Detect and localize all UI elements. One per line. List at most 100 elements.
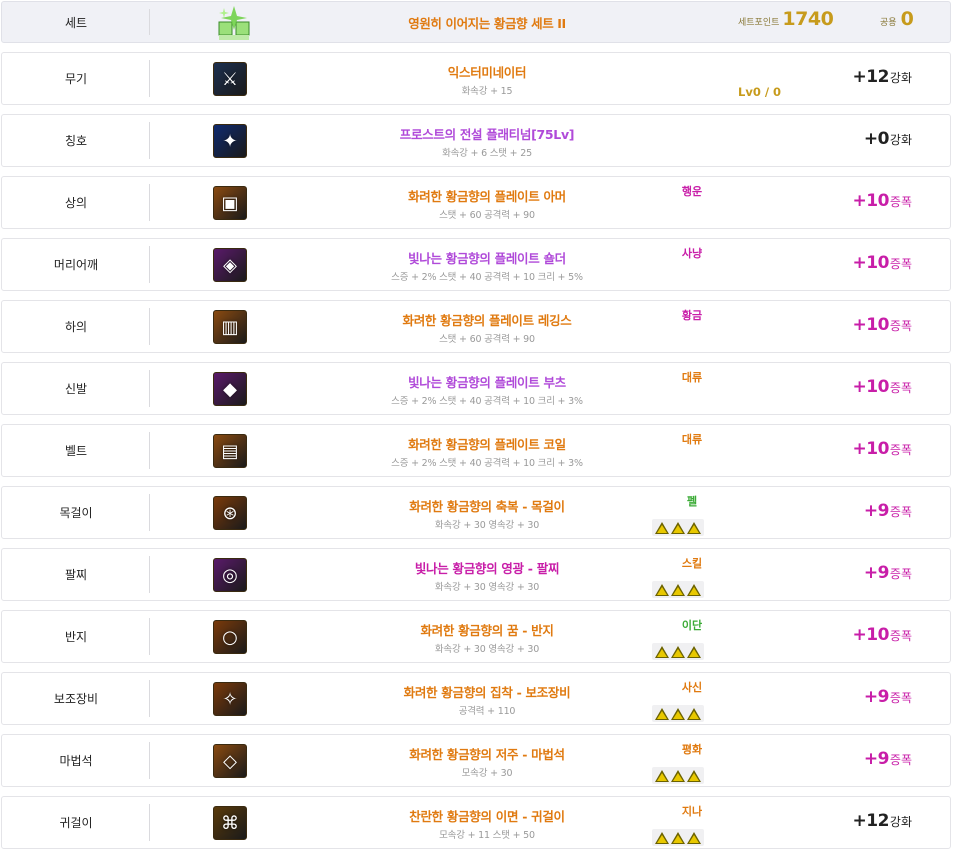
equipment-row[interactable]: 하의 ▥ 화려한 황금향의 플레이트 레깅스 스탯 + 60 공격력 + 90 황금 +…: [1, 300, 951, 353]
reinforce-suffix: 증폭: [889, 629, 912, 643]
triangle-emblem-icon: [671, 831, 685, 844]
item-name[interactable]: 화려한 황금향의 플레이트 코일: [302, 434, 672, 453]
divider: [149, 122, 150, 159]
icon-glyph: ⌘: [221, 812, 239, 834]
emblem-slots: [652, 767, 704, 784]
reinforce-value: +9 증폭: [864, 687, 912, 707]
reinforce-number: +10: [852, 315, 890, 335]
sub-equipment-icon[interactable]: ✧: [213, 682, 247, 716]
item-name[interactable]: 화려한 황금향의 축복 - 목걸이: [302, 496, 672, 515]
emblem-name: 이단: [681, 619, 703, 632]
set-point: 세트포인트 1740: [738, 8, 834, 30]
triangle-emblem-icon: [687, 583, 701, 596]
icon-glyph: ⊛: [222, 502, 238, 524]
triangle-emblem-icon: [687, 831, 701, 844]
slot-label: 신발: [64, 382, 88, 396]
reinforce-number: +9: [863, 749, 890, 769]
reinforce-suffix: 증폭: [889, 567, 912, 581]
earring-icon[interactable]: ⌘: [213, 806, 247, 840]
armor-icon[interactable]: ▣: [213, 186, 247, 220]
equipment-row[interactable]: 마법석 ◇ 화려한 황금향의 저주 - 마법석 모속강 + 30 평화 +9 증폭: [1, 734, 951, 787]
emblem-slots: [652, 519, 704, 536]
divider: [149, 432, 150, 469]
reinforce-value: +10 증폭: [853, 315, 913, 335]
emblem-name: 사신: [681, 681, 703, 694]
set-name: 영원히 이어지는 황금향 세트 II: [408, 16, 566, 31]
reinforce-suffix: 증폭: [889, 319, 912, 333]
reinforce-suffix: 증폭: [889, 381, 912, 395]
item-name[interactable]: 빛나는 황금향의 영광 - 팔찌: [302, 558, 672, 577]
belt-icon[interactable]: ▤: [213, 434, 247, 468]
reinforce-suffix: 증폭: [889, 443, 912, 457]
item-stats: 스증 + 2% 스탯 + 40 공격력 + 10 크리 + 3%: [391, 458, 583, 469]
reinforce-value: +10 증폭: [853, 625, 913, 645]
emblem-name: 지나: [681, 805, 703, 818]
equipment-row[interactable]: 보조장비 ✧ 화려한 황금향의 집착 - 보조장비 공격력 + 110 사신 +9 증폭: [1, 672, 951, 725]
equipment-row[interactable]: 신발 ◆ 빛나는 황금향의 플레이트 부츠스증 + 2% 스탯 + 40 공격력 +…: [1, 362, 951, 415]
item-name[interactable]: 화려한 황금향의 저주 - 마법석: [302, 744, 672, 763]
item-name[interactable]: 찬란한 황금향의 이면 - 귀걸이: [302, 806, 672, 825]
equipment-row[interactable]: 팔찌 ◎ 빛나는 황금향의 영광 - 팔찌 화속강 + 30 영속강 + 30 스킬 +…: [1, 548, 951, 601]
reinforce-suffix: 강화: [889, 133, 912, 147]
triangle-emblem-icon: [671, 645, 685, 658]
equipment-row[interactable]: 반지 ○ 화려한 황금향의 꿈 - 반지 화속강 + 30 영속강 + 30 이단 +1…: [1, 610, 951, 663]
triangle-emblem-icon: [671, 521, 685, 534]
reinforce-suffix: 증폭: [889, 753, 912, 767]
item-name[interactable]: 프로스트의 전설 플래티넘[75Lv]: [302, 124, 672, 143]
slot-label: 팔찌: [64, 568, 88, 582]
divider: [149, 742, 150, 779]
equipment-row[interactable]: 머리어깨 ◈ 빛나는 황금향의 플레이트 숄더 스증 + 2% 스탯 + 40 공격력…: [1, 238, 951, 291]
bracelet-icon[interactable]: ◎: [213, 558, 247, 592]
item-stats: 모속강 + 11 스탯 + 50: [439, 830, 535, 841]
reinforce-number: +9: [863, 501, 890, 521]
divider: [149, 9, 150, 35]
icon-glyph: ◈: [223, 254, 237, 276]
equipment-row[interactable]: 칭호 ✦ 프로스트의 전설 플래티넘[75Lv] 화속강 + 6 스탯 + 25 +0…: [1, 114, 951, 167]
emblem-slots: [652, 705, 704, 722]
equipment-row[interactable]: 무기 ⚔ 익스터미네이터 화속강 + 15 Lv0 / 0 +12 강화: [1, 52, 951, 105]
title-crystal-icon[interactable]: ✦: [213, 124, 247, 158]
item-stats: 스증 + 2% 스탯 + 40 공격력 + 10 크리 + 3%: [391, 396, 583, 407]
icon-glyph: ▤: [221, 440, 239, 462]
sword-icon[interactable]: ⚔: [213, 62, 247, 96]
shoulder-icon[interactable]: ◈: [213, 248, 247, 282]
equipment-row[interactable]: 상의 ▣ 화려한 황금향의 플레이트 아머 스탯 + 60 공격력 + 90 행운 +1…: [1, 176, 951, 229]
equipment-row[interactable]: 목걸이 ⊛ 화려한 황금향의 축복 - 목걸이 화속강 + 30 영속강 + 30 펠 …: [1, 486, 951, 539]
slot-label: 무기: [64, 72, 88, 86]
item-name[interactable]: 화려한 황금향의 집착 - 보조장비: [302, 682, 672, 701]
item-stats: 화속강 + 15: [461, 86, 513, 97]
item-name[interactable]: 익스터미네이터: [302, 62, 672, 81]
equipment-row[interactable]: 귀걸이 ⌘ 찬란한 황금향의 이면 - 귀걸이 모속강 + 11 스탯 + 50 지나 …: [1, 796, 951, 849]
leggings-icon[interactable]: ▥: [213, 310, 247, 344]
slot-label: 상의: [64, 196, 88, 210]
divider: [149, 556, 150, 593]
item-name[interactable]: 빛나는 황금향의 플레이트 부츠: [302, 372, 672, 391]
set-gem-icon: [218, 6, 250, 40]
item-name[interactable]: 화려한 황금향의 플레이트 아머: [302, 186, 672, 205]
equipment-row[interactable]: 벨트 ▤ 화려한 황금향의 플레이트 코일 스증 + 2% 스탯 + 40 공격력 +…: [1, 424, 951, 477]
reinforce-suffix: 강화: [889, 71, 912, 85]
item-name[interactable]: 화려한 황금향의 꿈 - 반지: [302, 620, 672, 639]
icon-glyph: ▥: [221, 316, 239, 338]
triangle-emblem-icon: [671, 707, 685, 720]
magic-stone-icon[interactable]: ◇: [213, 744, 247, 778]
item-stats: 화속강 + 30 영속강 + 30: [434, 582, 540, 593]
common-point: 공용 0: [880, 8, 914, 30]
item-stats: 스탯 + 60 공격력 + 90: [439, 334, 535, 345]
item-name[interactable]: 화려한 황금향의 플레이트 레깅스: [302, 310, 672, 329]
ring-icon[interactable]: ○: [213, 620, 247, 654]
emblem-name: 대류: [681, 371, 703, 384]
level-text: Lv0 / 0: [738, 85, 782, 99]
reinforce-suffix: 증폭: [889, 257, 912, 271]
set-slot-label: 세트: [64, 15, 88, 30]
divider: [149, 308, 150, 345]
necklace-icon[interactable]: ⊛: [213, 496, 247, 530]
divider: [149, 618, 150, 655]
reinforce-value: +10 증폭: [853, 439, 913, 459]
reinforce-value: +9 증폭: [864, 563, 912, 583]
triangle-emblem-icon: [671, 583, 685, 596]
item-stats: 화속강 + 30 영속강 + 30: [434, 520, 540, 531]
item-name[interactable]: 빛나는 황금향의 플레이트 숄더: [302, 248, 672, 267]
emblem-name: 황금: [681, 309, 703, 322]
boots-icon[interactable]: ◆: [213, 372, 247, 406]
